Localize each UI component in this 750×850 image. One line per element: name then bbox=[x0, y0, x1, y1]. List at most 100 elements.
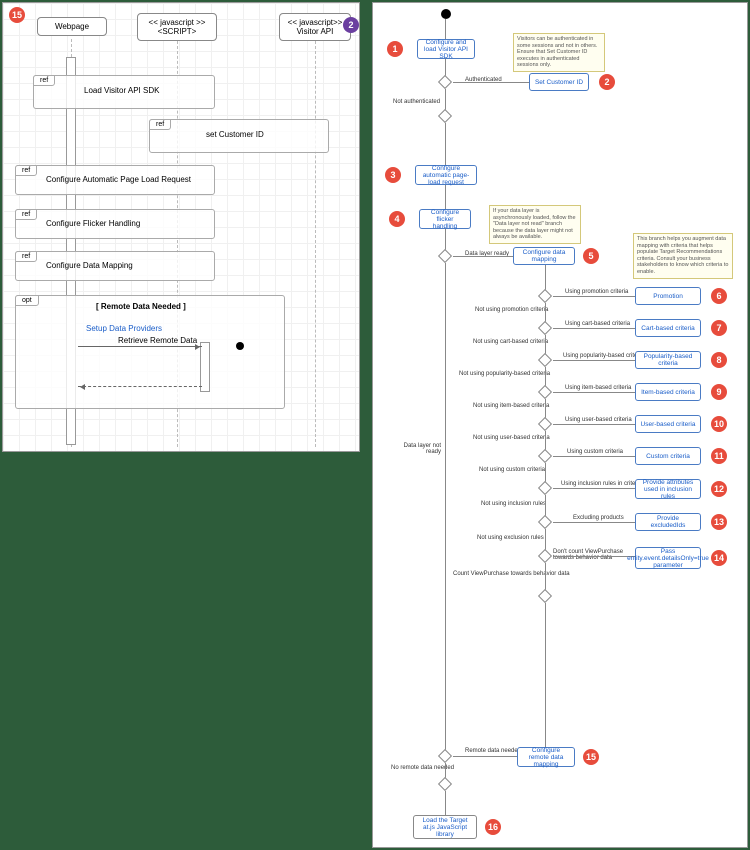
edge bbox=[445, 791, 446, 815]
marker-13: 13 bbox=[711, 514, 727, 530]
node-7[interactable]: Cart-based criteria bbox=[635, 319, 701, 337]
frame-kind: ref bbox=[15, 209, 37, 220]
label-use-promo: Using promotion criteria bbox=[565, 289, 628, 295]
edge bbox=[445, 185, 446, 209]
label-no-incl: Not using inclusion rules bbox=[481, 501, 546, 507]
msg-label: Retrieve Remote Data bbox=[118, 336, 197, 345]
label-no-cart: Not using cart-based criteria bbox=[473, 339, 548, 345]
edge bbox=[553, 392, 635, 393]
label-use-incl: Using inclusion rules in criteria bbox=[561, 481, 642, 487]
node-1[interactable]: Configure and load Visitor API SDK bbox=[417, 39, 475, 59]
lifeline-webpage: Webpage bbox=[37, 17, 107, 36]
decision-count bbox=[538, 549, 552, 563]
edge bbox=[445, 19, 446, 39]
lifeline-visitor-api: << javascript>> Visitor API bbox=[279, 13, 351, 41]
note-datalayer: If your data layer is asynchronously loa… bbox=[489, 205, 581, 244]
ref-data-mapping: ref Configure Data Mapping bbox=[15, 251, 215, 281]
marker-11: 11 bbox=[711, 448, 727, 464]
label-use-item: Using item-based criteria bbox=[565, 385, 631, 391]
node-13[interactable]: Provide excludedIds bbox=[635, 513, 701, 531]
edge bbox=[553, 360, 635, 361]
edge bbox=[453, 756, 517, 757]
label-no-custom: Not using custom criteria bbox=[479, 467, 545, 473]
note-auth: Visitors can be authenticated in some se… bbox=[513, 33, 605, 72]
node-15[interactable]: Configure remote data mapping bbox=[517, 747, 575, 767]
edge bbox=[453, 256, 513, 257]
sequence-diagram-panel: 15 Webpage << javascript >> <SCRIPT> << … bbox=[2, 2, 360, 452]
marker-6: 6 bbox=[711, 288, 727, 304]
msg-retrieve-remote bbox=[78, 346, 202, 347]
guard-condition: [ Remote Data Needed ] bbox=[96, 302, 186, 311]
marker-3: 3 bbox=[385, 167, 401, 183]
edge bbox=[553, 328, 635, 329]
marker-14: 14 bbox=[711, 550, 727, 566]
label-no-excl: Not using exclusion rules bbox=[477, 535, 544, 541]
marker-12: 12 bbox=[711, 481, 727, 497]
callout-2-purple: 2 bbox=[343, 17, 359, 33]
msg-return bbox=[78, 386, 202, 387]
frame-label: Configure Data Mapping bbox=[46, 261, 133, 270]
marker-8: 8 bbox=[711, 352, 727, 368]
decision-pop bbox=[538, 353, 552, 367]
edge bbox=[445, 123, 446, 165]
edge bbox=[453, 82, 529, 83]
marker-4: 4 bbox=[389, 211, 405, 227]
label-remote: Remote data needed bbox=[465, 748, 521, 754]
decision-excl bbox=[538, 515, 552, 529]
edge bbox=[545, 603, 546, 753]
node-10[interactable]: User-based criteria bbox=[635, 415, 701, 433]
setup-data-providers-link[interactable]: Setup Data Providers bbox=[86, 324, 162, 333]
callout-15: 15 bbox=[9, 7, 25, 23]
frame-label: Configure Flicker Handling bbox=[46, 219, 140, 228]
node-12[interactable]: Provide attributes used in inclusion rul… bbox=[635, 479, 701, 499]
termination-dot bbox=[236, 342, 244, 350]
merge-criteria bbox=[538, 589, 552, 603]
merge-1 bbox=[438, 109, 452, 123]
node-4[interactable]: Configure flicker handling bbox=[419, 209, 471, 229]
edge bbox=[553, 424, 635, 425]
node-3[interactable]: Configure automatic page-load request bbox=[415, 165, 477, 185]
frame-kind: ref bbox=[15, 165, 37, 176]
edge bbox=[553, 556, 635, 557]
node-2[interactable]: Set Customer ID bbox=[529, 73, 589, 91]
label-not-authenticated: Not authenticated bbox=[393, 99, 440, 105]
node-8[interactable]: Popularity-based criteria bbox=[635, 351, 701, 369]
edge bbox=[553, 522, 635, 523]
merge-remote bbox=[438, 777, 452, 791]
frame-kind: ref bbox=[15, 251, 37, 262]
node-9[interactable]: Item-based criteria bbox=[635, 383, 701, 401]
marker-10: 10 bbox=[711, 416, 727, 432]
stereotype: << javascript >> bbox=[144, 18, 210, 27]
decision-auth bbox=[438, 75, 452, 89]
frame-label: Configure Automatic Page Load Request bbox=[46, 175, 191, 184]
lifeline-line-visitor-api bbox=[315, 41, 316, 447]
marker-7: 7 bbox=[711, 320, 727, 336]
edge bbox=[553, 296, 635, 297]
opt-remote-data: opt [ Remote Data Needed ] Setup Data Pr… bbox=[15, 295, 285, 409]
ref-auto-page-load: ref Configure Automatic Page Load Reques… bbox=[15, 165, 215, 195]
note-criteria: This branch helps you augment data mappi… bbox=[633, 233, 733, 279]
frame-kind: ref bbox=[149, 119, 171, 130]
activity-diagram-panel: Configure and load Visitor API SDK 1 Vis… bbox=[372, 2, 748, 848]
node-6[interactable]: Promotion bbox=[635, 287, 701, 305]
edge-long bbox=[445, 263, 446, 757]
node-16[interactable]: Load the Target at.js JavaScript library bbox=[413, 815, 477, 839]
marker-2: 2 bbox=[599, 74, 615, 90]
label-no-user: Not using user-based criteria bbox=[473, 435, 550, 441]
frame-label: Load Visitor API SDK bbox=[84, 86, 159, 95]
decision-promo bbox=[538, 289, 552, 303]
label-use-pop: Using popularity-based criteria bbox=[563, 353, 644, 359]
marker-16: 16 bbox=[485, 819, 501, 835]
label-count: Count ViewPurchase towards behavior data bbox=[453, 571, 570, 577]
frame-label: set Customer ID bbox=[206, 130, 264, 139]
label-use-cart: Using cart-based criteria bbox=[565, 321, 630, 327]
node-5[interactable]: Configure data mapping bbox=[513, 247, 575, 265]
label-no-promo: Not using promotion criteria bbox=[475, 307, 548, 313]
label-no-count: Don't count ViewPurchase towards behavio… bbox=[553, 549, 631, 561]
node-14[interactable]: Pass entity.event.detailsOnly=true param… bbox=[635, 547, 701, 569]
label-use-user: Using user-based criteria bbox=[565, 417, 632, 423]
lifeline-script: << javascript >> <SCRIPT> bbox=[137, 13, 217, 41]
edge bbox=[553, 488, 635, 489]
ref-load-visitor-sdk: ref Load Visitor API SDK bbox=[33, 75, 215, 109]
node-11[interactable]: Custom criteria bbox=[635, 447, 701, 465]
